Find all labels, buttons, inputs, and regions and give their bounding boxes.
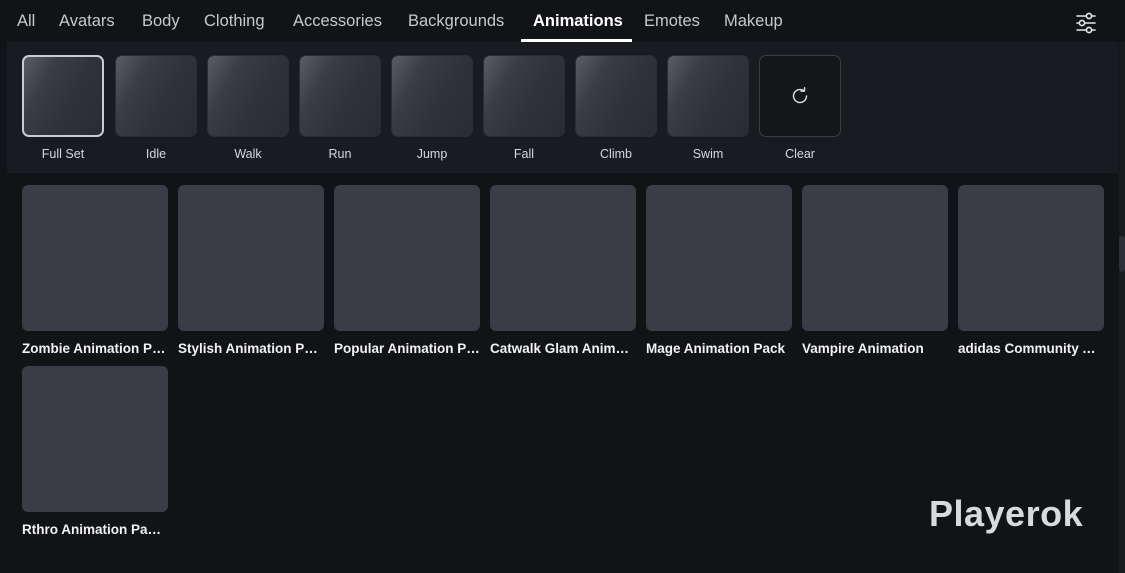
refresh-icon [792, 87, 808, 104]
item-title[interactable]: Catwalk Glam Animation Pack [490, 341, 636, 356]
scrollbar[interactable] [1119, 42, 1125, 573]
item-card[interactable] [490, 185, 636, 331]
slot-label-fall: Fall [513, 147, 535, 161]
item-title[interactable]: Mage Animation Pack [646, 341, 792, 356]
tab-avatars[interactable]: Avatars [59, 12, 115, 31]
clear-button[interactable] [759, 55, 841, 137]
item-card[interactable] [22, 366, 168, 512]
slot-idle[interactable] [115, 55, 197, 137]
slot-climb[interactable] [575, 55, 657, 137]
slot-run[interactable] [299, 55, 381, 137]
item-title[interactable]: adidas Community Animation Pack [958, 341, 1104, 356]
tab-all[interactable]: All [17, 12, 35, 31]
item-card[interactable] [646, 185, 792, 331]
watermark: Playerok [929, 493, 1084, 534]
slot-label-swim: Swim [692, 147, 724, 161]
slot-swim[interactable] [667, 55, 749, 137]
item-title[interactable]: Rthro Animation Package [22, 522, 168, 537]
item-card[interactable] [22, 185, 168, 331]
item-card[interactable] [958, 185, 1104, 331]
category-tab-bar: All Avatars Body Clothing Accessories Ba… [0, 0, 1125, 42]
tab-makeup[interactable]: Makeup [724, 12, 783, 31]
item-card[interactable] [178, 185, 324, 331]
slot-label-idle: Idle [145, 147, 167, 161]
tab-body[interactable]: Body [142, 12, 180, 31]
slot-walk[interactable] [207, 55, 289, 137]
item-title[interactable]: Zombie Animation Pack [22, 341, 168, 356]
slot-label-clear: Clear [785, 147, 815, 161]
tab-animations[interactable]: Animations [533, 12, 623, 31]
tab-emotes[interactable]: Emotes [644, 12, 700, 31]
slot-jump[interactable] [391, 55, 473, 137]
sliders-icon [1076, 12, 1096, 34]
filter-button[interactable] [1072, 10, 1100, 36]
tab-accessories[interactable]: Accessories [293, 12, 382, 31]
slot-label-full-set: Full Set [41, 147, 85, 161]
item-title[interactable]: Popular Animation Pack [334, 341, 480, 356]
tab-backgrounds[interactable]: Backgrounds [408, 12, 504, 31]
slot-label-climb: Climb [600, 147, 632, 161]
item-title[interactable]: Stylish Animation Pack [178, 341, 324, 356]
slot-full-set[interactable] [22, 55, 104, 137]
slot-label-walk: Walk [234, 147, 262, 161]
slot-fall[interactable] [483, 55, 565, 137]
item-card[interactable] [802, 185, 948, 331]
tab-clothing[interactable]: Clothing [204, 12, 265, 31]
slot-label-run: Run [328, 147, 352, 161]
scrollbar-thumb[interactable] [1119, 236, 1125, 272]
slot-label-jump: Jump [416, 147, 448, 161]
item-title[interactable]: Vampire Animation [802, 341, 948, 356]
item-card[interactable] [334, 185, 480, 331]
